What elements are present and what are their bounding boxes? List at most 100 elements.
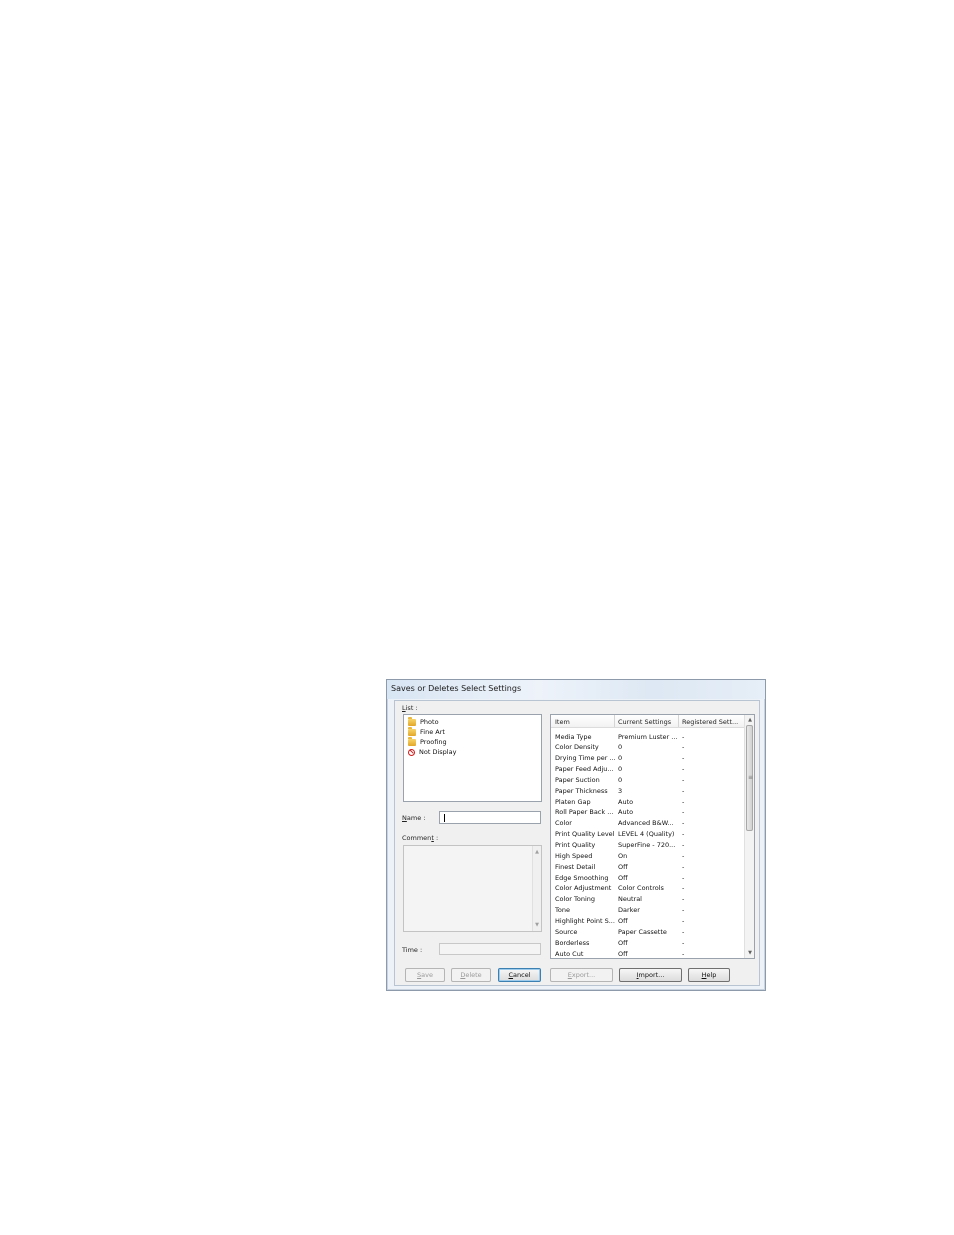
help-button[interactable]: Help	[688, 968, 730, 982]
table-row[interactable]: Color Density 0 -	[551, 742, 741, 753]
row-current-setting: SuperFine - 720...	[618, 841, 676, 849]
row-registered-setting: -	[682, 819, 685, 828]
row-item: Finest Detail	[555, 862, 596, 871]
row-registered-setting: -	[682, 949, 685, 958]
row-current-setting: Auto	[618, 797, 634, 806]
table-scrollbar[interactable]: ▲ ≡ ▼	[744, 715, 754, 958]
table-row[interactable]: Print Quality Level LEVEL 4 (Quality) -	[551, 829, 741, 840]
row-current-setting: Color Controls	[618, 884, 664, 893]
row-current-setting: 3	[618, 786, 623, 795]
scroll-down-icon[interactable]: ▼	[746, 949, 754, 957]
row-current-setting: Off	[618, 873, 628, 882]
header-registered-settings[interactable]: Registered Sett...	[682, 718, 738, 726]
name-input[interactable]	[439, 811, 541, 824]
row-registered-setting: -	[682, 732, 685, 741]
save-delete-settings-dialog: Saves or Deletes Select Settings List : …	[386, 679, 766, 991]
row-registered-setting: -	[682, 797, 685, 806]
comment-scrollbar[interactable]: ▲ ▼	[532, 846, 541, 931]
table-row[interactable]: Borderless Off -	[551, 937, 741, 948]
settings-list[interactable]: Photo Fine Art Proofing Not Display	[403, 714, 542, 802]
row-current-setting: Off	[618, 938, 628, 947]
row-current-setting: Advanced B&W...	[618, 819, 674, 828]
row-registered-setting: -	[682, 916, 685, 925]
table-row[interactable]: Color Toning Neutral -	[551, 894, 741, 905]
row-registered-setting: -	[682, 873, 685, 882]
table-row[interactable]: Media Type Premium Luster ... -	[551, 731, 741, 742]
delete-button[interactable]: Delete	[451, 968, 491, 982]
table-row[interactable]: Finest Detail Off -	[551, 861, 741, 872]
table-row[interactable]: Auto Cut Off -	[551, 948, 741, 959]
import-button[interactable]: Import...	[619, 968, 682, 982]
table-row[interactable]: Drying Time per ... 0 -	[551, 753, 741, 764]
table-row[interactable]: Roll Paper Back ... Auto -	[551, 807, 741, 818]
export-button[interactable]: Export...	[550, 968, 613, 982]
row-item: Print Quality	[555, 841, 596, 849]
row-item: Color Adjustment	[555, 884, 612, 893]
table-row[interactable]: Color Advanced B&W... -	[551, 818, 741, 829]
table-row[interactable]: Color Adjustment Color Controls -	[551, 883, 741, 894]
table-row[interactable]: Source Paper Cassette -	[551, 926, 741, 937]
row-item: Source	[555, 927, 578, 936]
row-registered-setting: -	[682, 884, 685, 893]
table-row[interactable]: Paper Thickness 3 -	[551, 785, 741, 796]
list-item-label: Not Display	[419, 748, 457, 756]
text-caret	[444, 814, 445, 822]
column-divider[interactable]	[678, 715, 679, 727]
scroll-up-icon[interactable]: ▲	[746, 716, 754, 724]
table-header: Item Current Settings Registered Sett...	[551, 715, 754, 728]
table-row[interactable]: Print Quality SuperFine - 720... -	[551, 840, 741, 851]
row-current-setting: 0	[618, 765, 623, 774]
scroll-up-icon[interactable]: ▲	[533, 848, 541, 856]
table-row[interactable]: Highlight Point S... Off -	[551, 915, 741, 926]
row-item: Platen Gap	[555, 797, 591, 806]
save-button[interactable]: Save	[405, 968, 445, 982]
row-item: Media Type	[555, 732, 592, 741]
list-item-not-display[interactable]: Not Display	[408, 747, 456, 757]
row-registered-setting: -	[682, 895, 685, 904]
row-item: Color Toning	[555, 895, 596, 904]
scroll-thumb[interactable]: ≡	[746, 725, 753, 831]
row-current-setting: Premium Luster ...	[618, 732, 678, 741]
comment-label: Comment :	[402, 834, 439, 842]
row-item: Roll Paper Back ...	[555, 808, 614, 817]
row-item: Paper Thickness	[555, 786, 608, 795]
scroll-down-icon[interactable]: ▼	[533, 921, 541, 929]
row-item: Tone	[555, 906, 570, 915]
row-item: Color	[555, 819, 572, 828]
list-item-photo[interactable]: Photo	[408, 716, 439, 727]
folder-icon	[408, 736, 416, 746]
list-item-proofing[interactable]: Proofing	[408, 736, 447, 747]
row-registered-setting: -	[682, 841, 685, 849]
table-row[interactable]: Tone Darker -	[551, 905, 741, 916]
row-current-setting: Off	[618, 916, 628, 925]
list-item-fine-art[interactable]: Fine Art	[408, 726, 445, 737]
row-item: Edge Smoothing	[555, 873, 609, 882]
header-current-settings[interactable]: Current Settings	[618, 718, 671, 726]
column-divider[interactable]	[614, 715, 615, 727]
table-row[interactable]: Edge Smoothing Off -	[551, 872, 741, 883]
row-current-setting: Darker	[618, 906, 640, 915]
table-row[interactable]: Paper Feed Adju... 0 -	[551, 764, 741, 775]
dialog-title: Saves or Deletes Select Settings	[391, 684, 522, 693]
row-current-setting: 0	[618, 754, 623, 763]
row-current-setting: 0	[618, 743, 623, 752]
table-row[interactable]: Paper Suction 0 -	[551, 774, 741, 785]
list-item-label: Photo	[420, 718, 439, 726]
row-registered-setting: -	[682, 765, 685, 774]
settings-table[interactable]: Item Current Settings Registered Sett...…	[550, 714, 755, 959]
row-registered-setting: -	[682, 786, 685, 795]
title-bar[interactable]: Saves or Deletes Select Settings	[387, 680, 765, 699]
cancel-button[interactable]: Cancel	[498, 968, 541, 982]
folder-icon	[408, 726, 416, 736]
row-registered-setting: -	[682, 906, 685, 915]
table-row[interactable]: High Speed On -	[551, 850, 741, 861]
row-registered-setting: -	[682, 862, 685, 871]
row-registered-setting: -	[682, 775, 685, 784]
table-row[interactable]: Platen Gap Auto -	[551, 796, 741, 807]
list-item-label: Proofing	[420, 738, 447, 746]
comment-textarea[interactable]: ▲ ▼	[403, 845, 542, 932]
list-item-label: Fine Art	[420, 728, 445, 736]
row-registered-setting: -	[682, 851, 685, 860]
header-item[interactable]: Item	[555, 718, 570, 726]
row-current-setting: Neutral	[618, 895, 642, 904]
